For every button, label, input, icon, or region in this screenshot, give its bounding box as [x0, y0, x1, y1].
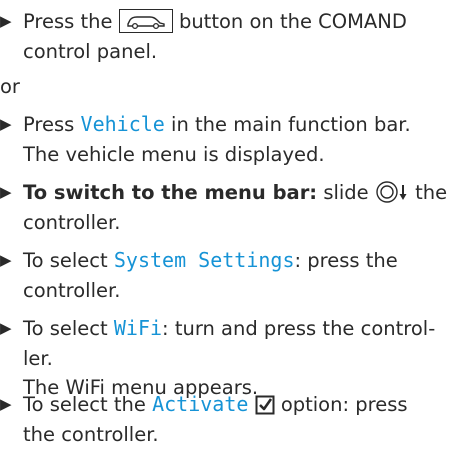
step-text: : turn and press the control-: [162, 317, 435, 340]
step-text: To select: [23, 249, 108, 272]
step-bullet: ▶: [0, 390, 12, 420]
step-bullet: ▶: [0, 7, 12, 37]
or-connector: or: [0, 72, 20, 102]
step-text: slide: [323, 181, 368, 204]
step-bullet: ▶: [0, 246, 12, 276]
display-text-vehicle: Vehicle: [81, 112, 165, 136]
step-text: controller.: [23, 276, 458, 306]
step-text: button on the COMAND: [179, 10, 407, 33]
display-text-activate: Activate: [152, 392, 248, 416]
step-bullet: ▶: [0, 314, 12, 344]
step-text: Press the: [23, 10, 113, 33]
step-text: : press the: [295, 249, 398, 272]
checkbox-checked-icon: [255, 394, 275, 424]
step-text: To select: [23, 317, 108, 340]
controller-slide-down-icon: [375, 180, 409, 213]
vehicle-button-icon: [119, 9, 173, 33]
display-text-system-settings: System Settings: [114, 248, 295, 272]
step-text: the controller.: [23, 420, 458, 449]
step-text: in the main function bar.: [171, 113, 411, 136]
display-text-wifi: WiFi: [114, 316, 162, 340]
step-text: Press: [23, 113, 74, 136]
step-text: the: [415, 181, 447, 204]
step-text: option: press: [281, 393, 408, 416]
step-text: To select the: [23, 393, 146, 416]
step-text: ler.: [23, 344, 458, 374]
step-bullet: ▶: [0, 178, 12, 208]
step-bullet: ▶: [0, 110, 12, 140]
step-heading: To switch to the menu bar:: [23, 181, 317, 204]
step-text: control panel.: [23, 37, 458, 67]
step-result: The vehicle menu is displayed.: [23, 140, 458, 170]
